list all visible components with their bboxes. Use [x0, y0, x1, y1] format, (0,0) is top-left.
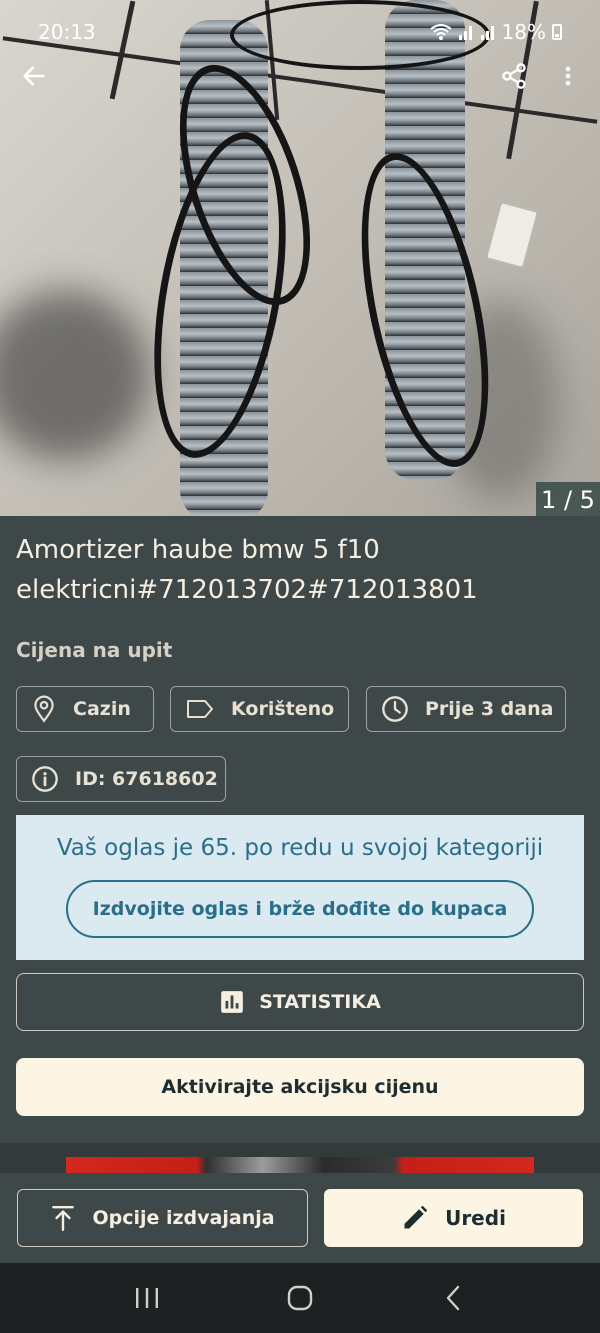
battery-icon: [552, 24, 562, 40]
more-vertical-icon[interactable]: [546, 54, 590, 98]
home-icon[interactable]: [270, 1268, 330, 1328]
promote-listing-button[interactable]: Izdvojite oglas i brže dođite do kupaca: [66, 880, 534, 938]
pencil-icon: [404, 1205, 428, 1229]
edit-button[interactable]: Uredi: [324, 1189, 583, 1247]
edit-label: Uredi: [445, 1206, 506, 1230]
gallery-counter: 1 / 5: [536, 482, 600, 516]
battery-percent: 18%: [501, 20, 546, 44]
promotion-options-label: Opcije izdvajanja: [92, 1207, 275, 1229]
location-chip[interactable]: Cazin: [16, 686, 154, 732]
status-time: 20:13: [38, 20, 96, 44]
signal-icon: [480, 26, 494, 40]
recent-apps-icon[interactable]: [117, 1268, 177, 1328]
tag-icon: [187, 700, 213, 718]
listing-title: Amortizer haube bmw 5 f10 elektricni#712…: [16, 535, 478, 605]
clock-icon: [382, 696, 408, 722]
location-pin-icon: [34, 695, 54, 723]
system-navigation-bar: [0, 1263, 600, 1333]
ranking-text: Vaš oglas je 65. po redu u svojoj katego…: [56, 835, 544, 861]
shadow: [0, 290, 150, 460]
statistics-label: STATISTIKA: [259, 991, 381, 1013]
ad-banner[interactable]: [0, 1143, 600, 1173]
arrow-left-icon[interactable]: [12, 54, 56, 98]
age-label: Prije 3 dana: [425, 698, 554, 720]
ad-banner-image[interactable]: [66, 1157, 534, 1173]
wire-connector: [484, 200, 540, 270]
wifi-icon: [429, 24, 452, 40]
top-navigation: [0, 54, 600, 100]
condition-label: Korišteno: [231, 698, 335, 720]
share-icon[interactable]: [492, 54, 536, 98]
listing-photo[interactable]: 20:13 18% 1 / 5: [0, 0, 600, 516]
location-label: Cazin: [73, 698, 131, 720]
info-icon: [32, 766, 58, 792]
id-chip[interactable]: ID: 67618602: [16, 756, 226, 802]
condition-chip[interactable]: Korišteno: [170, 686, 349, 732]
id-label: ID: 67618602: [75, 768, 218, 790]
upload-icon: [52, 1206, 75, 1232]
statistics-button[interactable]: STATISTIKA: [16, 973, 584, 1031]
bottom-action-bar: Opcije izdvajanja Uredi: [0, 1173, 600, 1263]
promotion-panel: Vaš oglas je 65. po redu u svojoj katego…: [16, 815, 584, 960]
age-chip[interactable]: Prije 3 dana: [366, 686, 566, 732]
listing-price: Cijena na upit: [16, 638, 173, 662]
signal-icon: [458, 26, 472, 40]
bar-chart-icon: [221, 991, 244, 1013]
back-icon[interactable]: [423, 1268, 483, 1328]
tile-grout: [0, 70, 70, 270]
activate-sale-price-button[interactable]: Aktivirajte akcijsku cijenu: [16, 1058, 584, 1116]
promotion-options-button[interactable]: Opcije izdvajanja: [17, 1189, 308, 1247]
